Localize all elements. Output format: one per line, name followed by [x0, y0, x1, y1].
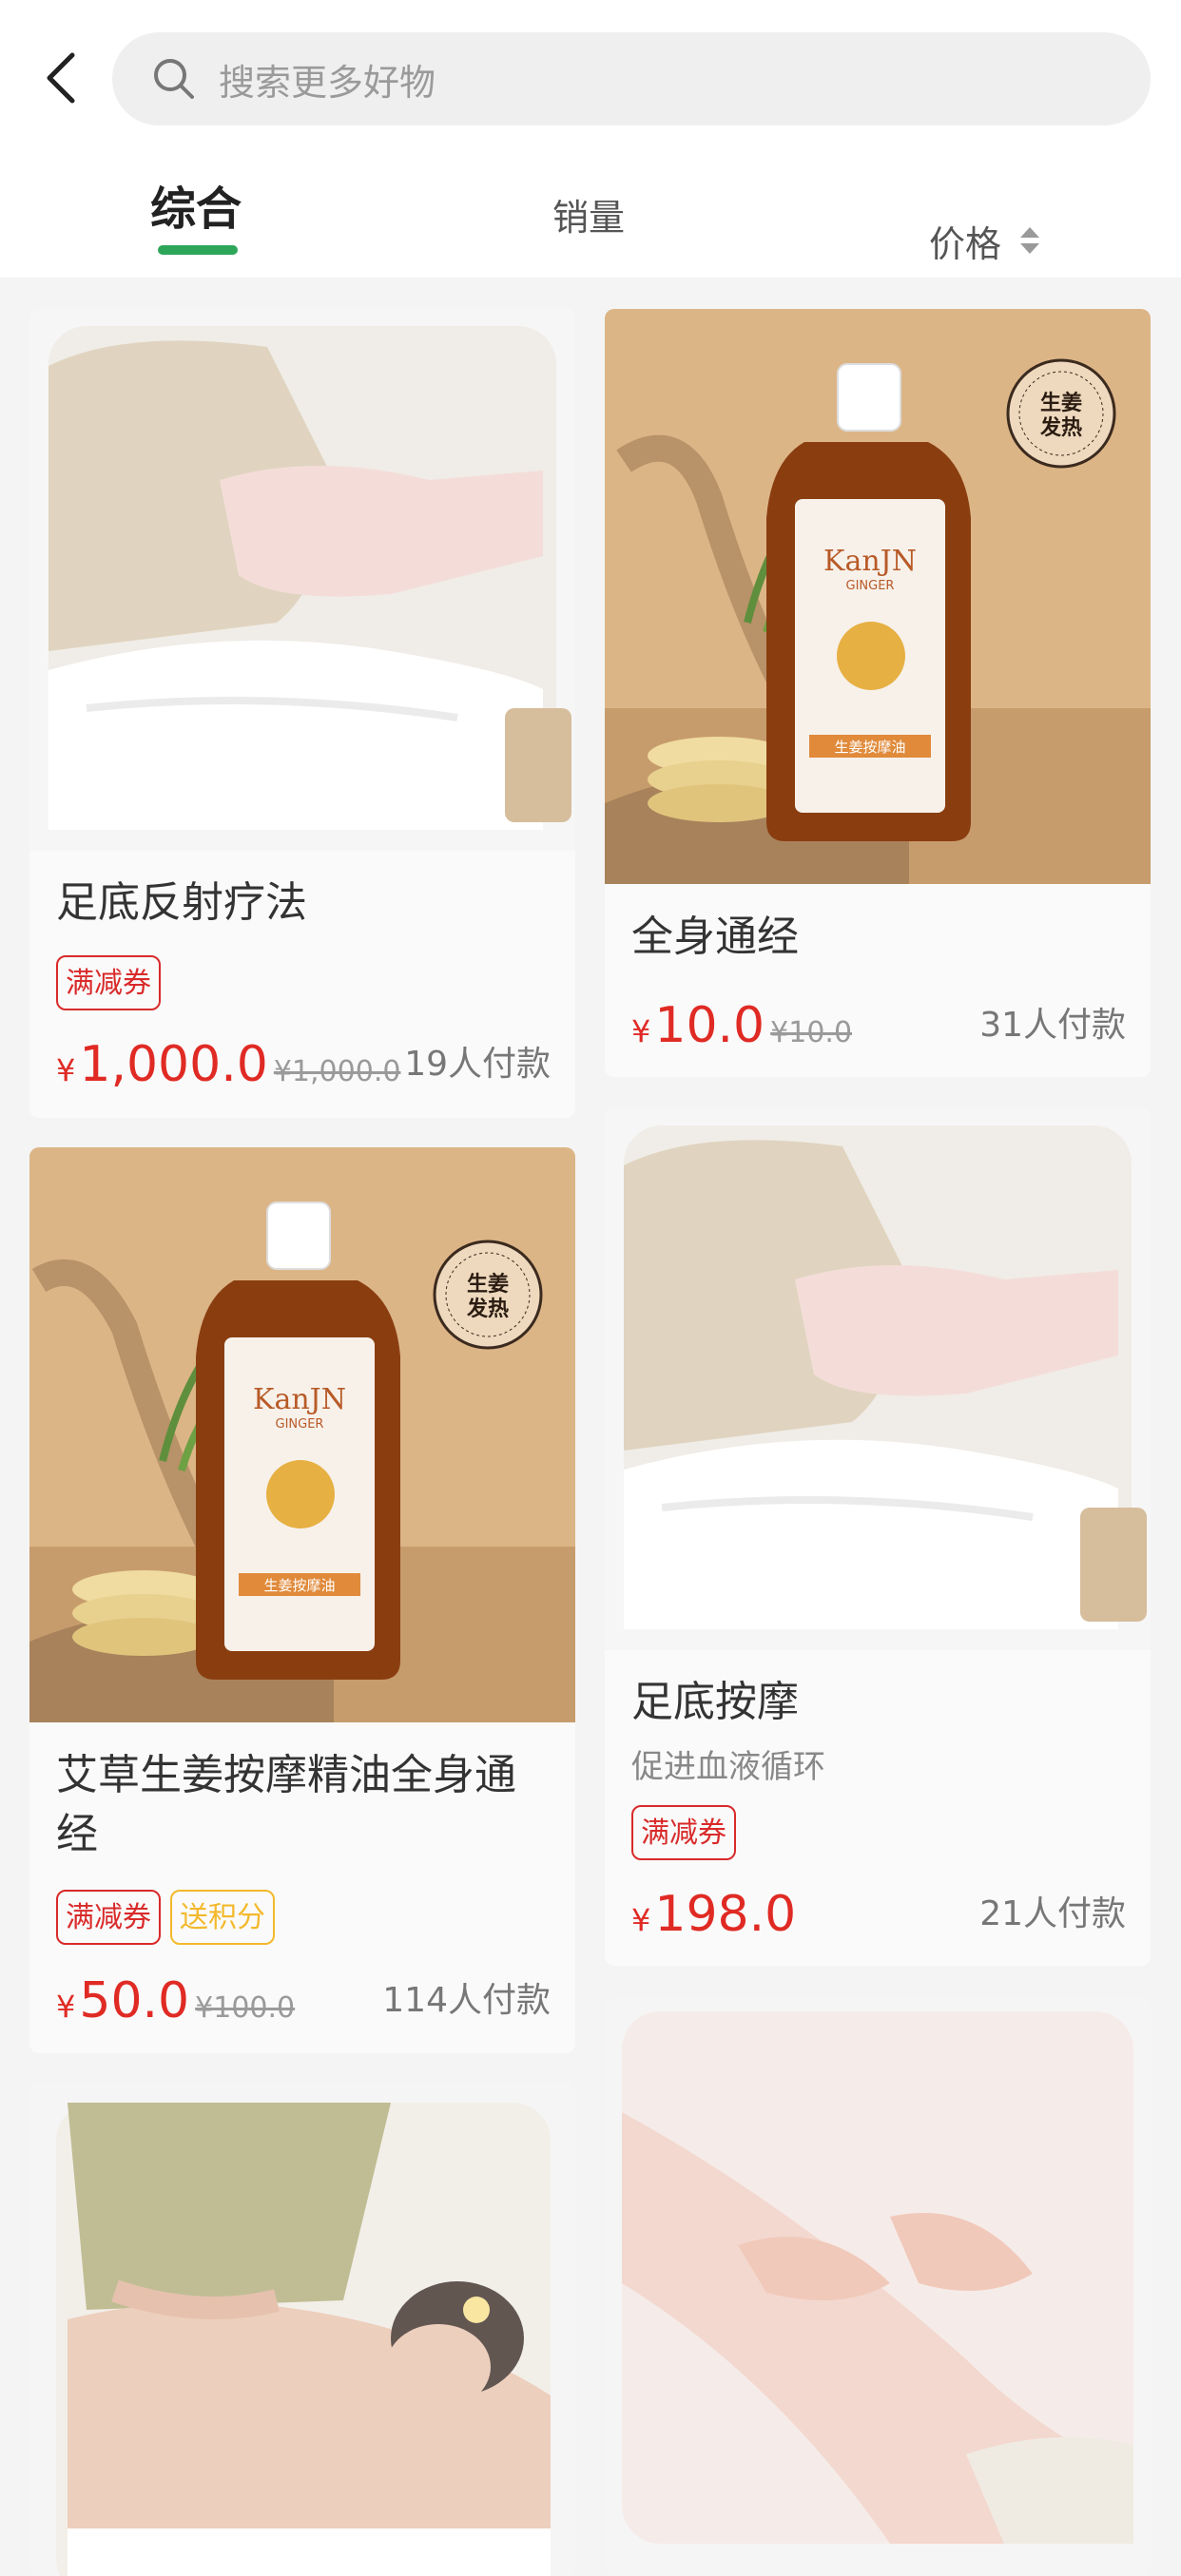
product-card[interactable]: 足底按摩 促进血液循环 满减券 ¥198.0 21人付款: [605, 1108, 1151, 1966]
coupon-tag: 满减券: [631, 1805, 736, 1860]
product-card[interactable]: KanJN GINGER 生姜按摩油 生姜 发热 全身通经 ¥10.0 ¥10.0…: [605, 309, 1151, 1077]
price: ¥50.0 ¥100.0: [56, 1972, 296, 2029]
tab-comprehensive[interactable]: 综合: [150, 171, 242, 276]
active-tab-indicator: [158, 245, 238, 255]
bottle-label: 生姜按摩油: [834, 739, 905, 756]
badge-line1: 生姜: [1040, 391, 1082, 415]
bottle-brand: KanJN: [823, 545, 917, 578]
bottle-label: 生姜按摩油: [263, 1577, 335, 1594]
tab-price[interactable]: 价格: [929, 188, 1043, 293]
original-price: ¥10.0: [770, 1016, 853, 1049]
price: ¥10.0 ¥10.0: [631, 997, 853, 1054]
buyer-count: 19人付款: [404, 1045, 551, 1084]
product-title: 全身通经: [631, 913, 799, 961]
product-card[interactable]: 足底反射疗法 满减券 ¥1,000.0 ¥1,000.0 19人付款: [29, 309, 575, 1118]
tag-list: 满减券: [56, 955, 161, 1010]
product-image-back-massage: [29, 2082, 575, 2576]
bottle-sub: GINGER: [846, 579, 895, 593]
price-row: ¥198.0 21人付款: [631, 1876, 1126, 1943]
coupon-tag: 满减券: [56, 955, 161, 1010]
search-input[interactable]: 搜索更多好物: [112, 32, 1151, 125]
price: ¥1,000.0 ¥1,000.0: [56, 1036, 401, 1093]
product-image-leg-massage: [605, 1998, 1151, 2576]
buyer-count: 31人付款: [979, 1006, 1126, 1045]
tab-label: 销量: [552, 197, 626, 239]
tab-label: 综合: [150, 183, 242, 236]
price: ¥198.0: [631, 1886, 797, 1943]
product-subtitle: 促进血液循环: [631, 1748, 825, 1786]
sort-tabs: 综合 销量 价格: [0, 171, 1181, 276]
price-row: ¥50.0 ¥100.0 114人付款: [56, 1963, 551, 2029]
search-icon: [150, 55, 198, 103]
sort-icon: [1016, 221, 1043, 260]
chevron-left-icon: [47, 52, 75, 104]
badge-line1: 生姜: [467, 1272, 509, 1297]
points-tag: 送积分: [170, 1890, 275, 1945]
product-title: 艾草生姜按摩精油全身通经: [56, 1751, 516, 1858]
product-card[interactable]: KanJN GINGER 生姜按摩油 生姜 发热 艾草生姜按摩精油全身通经 满减…: [29, 1147, 575, 2053]
product-title: 足底按摩: [631, 1678, 799, 1726]
original-price: ¥1,000.0: [273, 1055, 401, 1088]
search-placeholder: 搜索更多好物: [219, 61, 436, 104]
product-image-foot-massage: [29, 309, 575, 851]
badge-line2: 发热: [1039, 415, 1082, 440]
product-card[interactable]: [29, 2082, 575, 2576]
bottle-sub: GINGER: [276, 1417, 324, 1432]
original-price: ¥100.0: [195, 1991, 296, 2025]
product-image-foot-massage: [605, 1108, 1151, 1650]
product-card[interactable]: [605, 1998, 1151, 2576]
tab-label: 价格: [929, 222, 1002, 265]
product-image-ginger-oil: KanJN GINGER 生姜按摩油 生姜 发热: [29, 1147, 575, 1722]
price-row: ¥1,000.0 ¥1,000.0 19人付款: [56, 1027, 551, 1093]
buyer-count: 21人付款: [979, 1894, 1126, 1933]
product-image-ginger-oil: KanJN GINGER 生姜按摩油 生姜 发热: [605, 309, 1151, 884]
tag-list: 满减券: [631, 1805, 736, 1860]
tag-list: 满减券 送积分: [56, 1890, 275, 1945]
product-title: 足底反射疗法: [56, 878, 307, 927]
coupon-tag: 满减券: [56, 1890, 161, 1945]
price-row: ¥10.0 ¥10.0 31人付款: [631, 988, 1126, 1054]
buyer-count: 114人付款: [382, 1981, 551, 2020]
header-bar: 搜索更多好物 综合 销量 价格: [0, 0, 1181, 278]
badge-line2: 发热: [466, 1297, 509, 1321]
bottle-brand: KanJN: [253, 1383, 346, 1416]
back-button[interactable]: [38, 44, 84, 112]
tab-sales[interactable]: 销量: [552, 188, 625, 293]
